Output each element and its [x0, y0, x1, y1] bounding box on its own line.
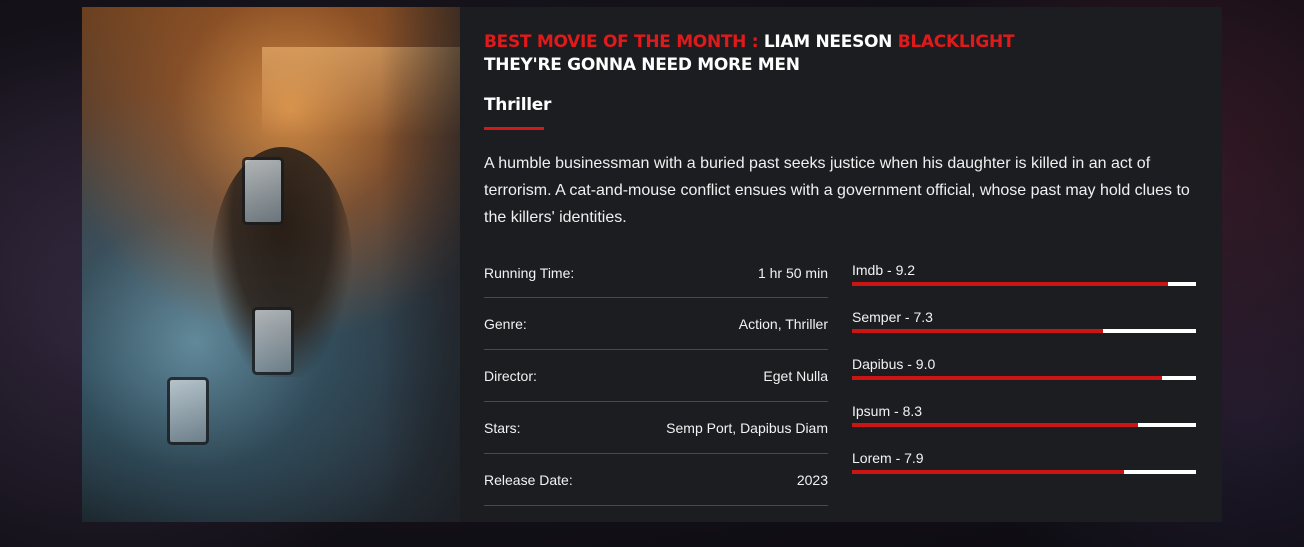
info-table: Running Time: 1 hr 50 min Genre: Action,…: [484, 249, 828, 506]
rating-label: Imdb - 9.2: [852, 262, 916, 278]
rating-ipsum: Ipsum - 8.3: [852, 404, 1196, 451]
rating-bar-fill: [852, 329, 1104, 333]
rating-bar-track: [852, 282, 1196, 286]
genre-heading: Thriller: [484, 95, 552, 115]
rating-bar-fill: [852, 423, 1138, 427]
info-row-running-time: Running Time: 1 hr 50 min: [484, 249, 828, 298]
poster-phone: [252, 307, 294, 375]
feature-actor: LIAM NEESON: [763, 32, 893, 52]
feature-prefix: BEST MOVIE OF THE MONTH :: [484, 32, 759, 52]
info-row-stars: Stars: Semp Port, Dapibus Diam: [484, 402, 828, 454]
poster-phone: [242, 157, 284, 225]
rating-lorem: Lorem - 7.9: [852, 451, 1196, 498]
rating-label: Lorem - 7.9: [852, 450, 924, 466]
rating-bar-track: [852, 470, 1196, 474]
rating-bar-track: [852, 329, 1196, 333]
movie-poster-image: [82, 7, 460, 522]
rating-bar-track: [852, 376, 1196, 380]
poster-fade: [380, 7, 460, 522]
info-row-release-date: Release Date: 2023: [484, 454, 828, 506]
genre-underline: [484, 127, 544, 130]
feature-headline: BEST MOVIE OF THE MONTH : LIAM NEESON BL…: [484, 31, 1198, 54]
rating-bar-track: [852, 423, 1196, 427]
details-section: Running Time: 1 hr 50 min Genre: Action,…: [484, 249, 1198, 506]
rating-bar-fill: [852, 470, 1124, 474]
poster-phone: [167, 377, 209, 445]
rating-dapibus: Dapibus - 9.0: [852, 357, 1196, 404]
feature-tagline: THEY'RE GONNA NEED MORE MEN: [484, 55, 800, 75]
info-row-genre: Genre: Action, Thriller: [484, 298, 828, 350]
info-label: Running Time:: [484, 265, 575, 281]
movie-description: A humble businessman with a buried past …: [484, 155, 1190, 226]
movie-card: BEST MOVIE OF THE MONTH : LIAM NEESON BL…: [82, 7, 1222, 522]
movie-details: BEST MOVIE OF THE MONTH : LIAM NEESON BL…: [460, 7, 1222, 522]
info-value: Semp Port, Dapibus Diam: [666, 419, 828, 436]
info-value: 2023: [796, 471, 828, 488]
rating-imdb: Imdb - 9.2: [852, 263, 1196, 310]
feature-movie-title: BLACKLIGHT: [897, 32, 1015, 52]
info-row-director: Director: Eget Nulla: [484, 350, 828, 402]
rating-bar-fill: [852, 376, 1162, 380]
info-value: 1 hr 50 min: [757, 265, 828, 281]
ratings-list: Imdb - 9.2 Semper - 7.3 Dapibus - 9.0 Ip…: [852, 249, 1196, 506]
rating-label: Dapibus - 9.0: [852, 356, 936, 372]
info-label: Stars:: [484, 419, 521, 436]
rating-label: Semper - 7.3: [852, 309, 933, 325]
rating-bar-fill: [852, 282, 1169, 286]
info-label: Director:: [484, 367, 537, 384]
info-value: Eget Nulla: [763, 367, 828, 384]
info-label: Release Date:: [484, 471, 573, 488]
info-label: Genre:: [484, 315, 527, 332]
rating-label: Ipsum - 8.3: [852, 403, 923, 419]
info-value: Action, Thriller: [738, 315, 828, 332]
rating-semper: Semper - 7.3: [852, 310, 1196, 357]
